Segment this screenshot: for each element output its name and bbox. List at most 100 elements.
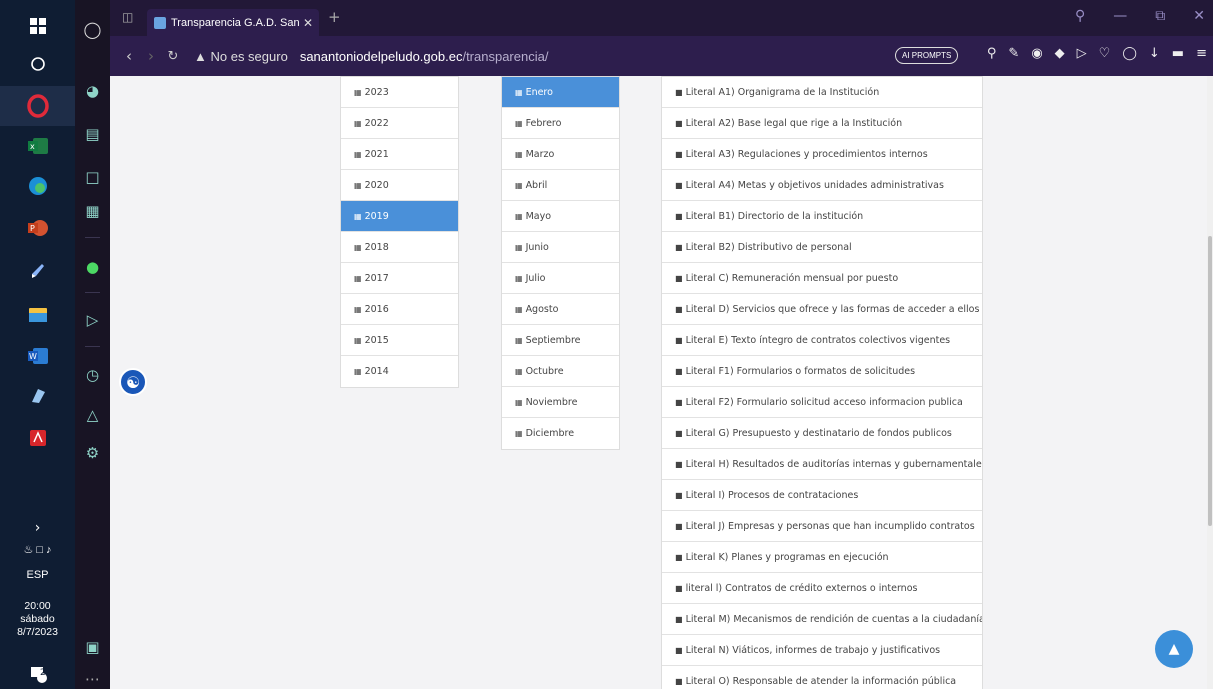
literal-item[interactable]: ■ literal l) Contratos de crédito externo… (662, 573, 982, 604)
heart-icon[interactable]: ♡ (1099, 46, 1111, 61)
settings-gear-icon[interactable]: ⚙ (75, 438, 110, 468)
literal-item[interactable]: ■ Literal A1) Organigrama de la Instituci… (662, 77, 982, 108)
close-tab-icon[interactable]: ✕ (303, 16, 313, 30)
year-item[interactable]: ▦ 2017 (341, 263, 458, 294)
literal-item[interactable]: ■ Literal A4) Metas y objetivos unidades … (662, 170, 982, 201)
word-icon[interactable]: W (0, 338, 75, 374)
camera-icon[interactable]: ◉ (1031, 46, 1042, 61)
page-scrollbar[interactable] (1207, 76, 1213, 689)
download-icon[interactable]: ↓ (1149, 46, 1160, 61)
close-window-icon[interactable]: ✕ (1193, 8, 1205, 24)
menu-icon[interactable]: ≡ (1196, 46, 1207, 61)
twitch-icon[interactable]: □ (75, 162, 110, 192)
extensions-icon[interactable]: △ (75, 400, 110, 430)
year-item[interactable]: ▦ 2018 (341, 232, 458, 263)
year-item[interactable]: ▦ 2021 (341, 139, 458, 170)
month-item[interactable]: ▦ Mayo (502, 201, 619, 232)
month-item[interactable]: ▦ Enero (502, 77, 619, 108)
month-item[interactable]: ▦ Julio (502, 263, 619, 294)
tab-islands-icon[interactable]: ◫ (122, 10, 133, 24)
minimize-icon[interactable]: — (1113, 8, 1127, 24)
month-item[interactable]: ▦ Octubre (502, 356, 619, 387)
clock-day[interactable]: sábado (0, 613, 75, 625)
year-item[interactable]: ▦ 2022 (341, 108, 458, 139)
year-item[interactable]: ▦ 2014 (341, 356, 458, 387)
literal-item[interactable]: ■ Literal K) Planes y programas en ejecuc… (662, 542, 982, 573)
literal-item[interactable]: ■ Literal E) Texto íntegro de contratos c… (662, 325, 982, 356)
edit-icon[interactable]: ✎ (1008, 46, 1019, 61)
literal-item[interactable]: ■ Literal B2) Distributivo de personal (662, 232, 982, 263)
tray-icons[interactable]: ♨ □ ♪ (0, 543, 75, 556)
reload-icon[interactable]: ↻ (162, 49, 184, 64)
accessibility-button[interactable]: ☯ (119, 368, 147, 396)
literal-item[interactable]: ■ Literal N) Viáticos, informes de trabaj… (662, 635, 982, 666)
search-tabs-icon[interactable]: ⚲ (1075, 8, 1085, 24)
year-item[interactable]: ▦ 2019 (341, 201, 458, 232)
month-item[interactable]: ▦ Febrero (502, 108, 619, 139)
acrobat-icon[interactable] (0, 420, 75, 456)
literal-item[interactable]: ■ Literal D) Servicios que ofrece y las f… (662, 294, 982, 325)
maximize-icon[interactable]: ⧉ (1155, 8, 1165, 24)
opera-taskbar-icon[interactable] (0, 86, 75, 126)
history-icon[interactable]: ◷ (75, 360, 110, 390)
windows-start-icon[interactable] (0, 8, 75, 44)
search-circle-icon[interactable] (0, 46, 75, 82)
literal-item[interactable]: ■ Literal O) Responsable de atender la in… (662, 666, 982, 689)
literal-item[interactable]: ■ Literal B1) Directorio de la institució… (662, 201, 982, 232)
security-warning[interactable]: ▲ No es seguro (194, 49, 288, 64)
month-item[interactable]: ▦ Septiembre (502, 325, 619, 356)
clock-time[interactable]: 20:00 (0, 600, 75, 612)
chevron-right-icon[interactable]: › (0, 510, 75, 546)
forward-icon[interactable]: › (140, 47, 162, 65)
month-item[interactable]: ▦ Junio (502, 232, 619, 263)
file-explorer-icon[interactable] (0, 296, 75, 332)
shield-icon[interactable]: ◆ (1055, 46, 1065, 61)
literal-item[interactable]: ■ Literal I) Procesos de contrataciones (662, 480, 982, 511)
scrollbar-thumb[interactable] (1208, 236, 1212, 526)
clock-date[interactable]: 8/7/2023 (0, 626, 75, 638)
literal-item[interactable]: ■ Literal M) Mecanismos de rendición de c… (662, 604, 982, 635)
new-tab-icon[interactable]: + (328, 8, 341, 26)
excel-icon[interactable]: x (0, 128, 75, 164)
year-item[interactable]: ▦ 2015 (341, 325, 458, 356)
literal-item[interactable]: ■ Literal F2) Formulario solicitud acceso… (662, 387, 982, 418)
year-item[interactable]: ▦ 2023 (341, 77, 458, 108)
app-blue-icon[interactable] (0, 378, 75, 414)
notification-icon[interactable]: 2 (0, 656, 75, 689)
instagram-icon[interactable]: ▦ (75, 196, 110, 226)
language-indicator[interactable]: ESP (0, 569, 75, 581)
month-item[interactable]: ▦ Abril (502, 170, 619, 201)
search-icon[interactable]: ⚲ (987, 46, 997, 61)
literal-item[interactable]: ■ Literal H) Resultados de auditorías int… (662, 449, 982, 480)
send-icon[interactable]: ▷ (1077, 46, 1087, 61)
powerpoint-icon[interactable]: P (0, 210, 75, 246)
literal-item[interactable]: ■ Literal J) Empresas y personas que han … (662, 511, 982, 542)
image-icon[interactable]: ▣ (75, 632, 110, 662)
literal-item[interactable]: ■ Literal F1) Formularios o formatos de s… (662, 356, 982, 387)
profile-icon[interactable]: ◯ (1122, 46, 1137, 61)
battery-icon[interactable]: ▬ (1172, 46, 1184, 61)
more-options-icon[interactable]: ⋯ (75, 664, 110, 689)
back-to-top-button[interactable]: ▲ (1155, 630, 1193, 668)
month-item[interactable]: ▦ Diciembre (502, 418, 619, 449)
month-item[interactable]: ▦ Agosto (502, 294, 619, 325)
month-item[interactable]: ▦ Noviembre (502, 387, 619, 418)
opera-logo-icon[interactable]: ◯ (75, 14, 110, 44)
player-icon[interactable]: ▷ (75, 305, 110, 335)
year-item[interactable]: ▦ 2020 (341, 170, 458, 201)
literal-item[interactable]: ■ Literal G) Presupuesto y destinatario d… (662, 418, 982, 449)
snipping-tool-icon[interactable] (0, 252, 75, 288)
literal-item[interactable]: ■ Literal A2) Base legal que rige a la In… (662, 108, 982, 139)
browser-tab[interactable]: Transparencia G.A.D. San Antonio del Pel… (147, 9, 319, 36)
back-icon[interactable]: ‹ (118, 47, 140, 65)
url-field[interactable]: sanantoniodelpeludo.gob.ec/transparencia… (300, 49, 549, 64)
literal-item[interactable]: ■ Literal A3) Regulaciones y procedimient… (662, 139, 982, 170)
year-item[interactable]: ▦ 2016 (341, 294, 458, 325)
ai-prompts-button[interactable]: AI PROMPTS (895, 47, 959, 64)
edge-icon[interactable] (0, 168, 75, 204)
literal-item[interactable]: ■ Literal C) Remuneración mensual por pue… (662, 263, 982, 294)
whatsapp-icon[interactable]: ● (75, 252, 110, 282)
shopping-icon[interactable]: ▤ (75, 119, 110, 149)
speed-dial-icon[interactable]: ◕ (75, 76, 110, 106)
month-item[interactable]: ▦ Marzo (502, 139, 619, 170)
